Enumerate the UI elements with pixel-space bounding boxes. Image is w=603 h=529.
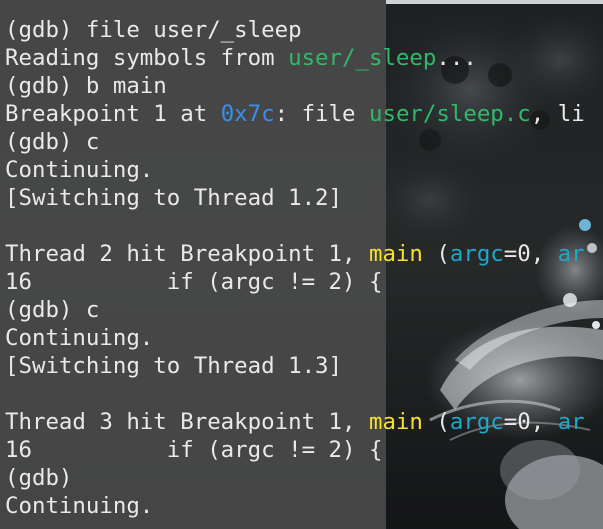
terminal-line: (gdb) [5,464,585,492]
terminal-text-segment: Continuing. [5,157,154,183]
terminal-text-segment: argc [449,241,504,267]
terminal-line: Continuing. [5,492,585,520]
terminal-line: Thread 3 hit Breakpoint 1, main (argc=0,… [5,408,585,436]
terminal-text-segment: (gdb) [5,465,73,491]
terminal-line: (gdb) c [5,296,585,324]
terminal-text-segment: 0x7c [220,101,275,127]
terminal-text-segment: 16 if (argc != 2) { [5,269,383,295]
terminal-text-segment: user/sleep.c [368,101,531,127]
terminal-line: [Switching to Thread 1.2] [5,184,585,212]
terminal-text-segment: argc [449,409,504,435]
terminal-line: Continuing. [5,324,585,352]
terminal-panel[interactable]: (gdb) file user/_sleep Reading symbols fr… [0,0,585,529]
terminal-text-segment: ( [422,409,450,435]
terminal-text-segment: (gdb) b main [5,73,167,99]
terminal-text-segment: =0, [503,241,558,267]
terminal-text-segment: Continuing. [5,325,154,351]
terminal-line: Thread 2 hit Breakpoint 1, main (argc=0,… [5,240,585,268]
terminal-text-segment: Reading symbols from [5,45,289,71]
terminal-line: Continuing. [5,156,585,184]
terminal-text-segment: ar [557,409,585,435]
terminal-line: (gdb) b main [5,72,585,100]
terminal-text-segment: =0, [503,409,558,435]
terminal-text-segment: [Switching to Thread 1.2] [5,185,343,211]
terminal-text-segment: (gdb) c [5,129,100,155]
terminal-line: (gdb) file user/_sleep [5,16,585,44]
terminal-output[interactable]: (gdb) file user/_sleep Reading symbols fr… [5,16,585,520]
terminal-line: 16 if (argc != 2) { [5,436,585,464]
terminal-text-segment: (gdb) file user/_sleep [5,17,302,43]
terminal-line: 16 if (argc != 2) { [5,268,585,296]
terminal-text-segment: Continuing. [5,493,154,519]
terminal-line: [Switching to Thread 1.3] [5,352,585,380]
desktop-screen: (gdb) file user/_sleep Reading symbols fr… [0,0,603,529]
terminal-text-segment: ( [422,241,450,267]
terminal-text-segment: user/_sleep [288,45,437,71]
terminal-text-segment: main [368,241,423,267]
terminal-text-segment: Thread 2 hit Breakpoint 1, [5,241,369,267]
terminal-text-segment: ... [436,45,477,71]
terminal-text-segment: 16 if (argc != 2) { [5,437,383,463]
terminal-text-segment: Breakpoint 1 at [5,101,221,127]
terminal-text-segment: main [368,409,423,435]
terminal-line: Reading symbols from user/_sleep... [5,44,585,72]
terminal-text-segment: (gdb) c [5,297,100,323]
terminal-line: (gdb) c [5,128,585,156]
terminal-text-segment: , li [530,101,585,127]
terminal-text-segment: : file [274,101,369,127]
terminal-text-segment: ar [557,241,585,267]
terminal-line: Breakpoint 1 at 0x7c: file user/sleep.c,… [5,100,585,128]
terminal-text-segment: Thread 3 hit Breakpoint 1, [5,409,369,435]
terminal-text-segment: [Switching to Thread 1.3] [5,353,343,379]
